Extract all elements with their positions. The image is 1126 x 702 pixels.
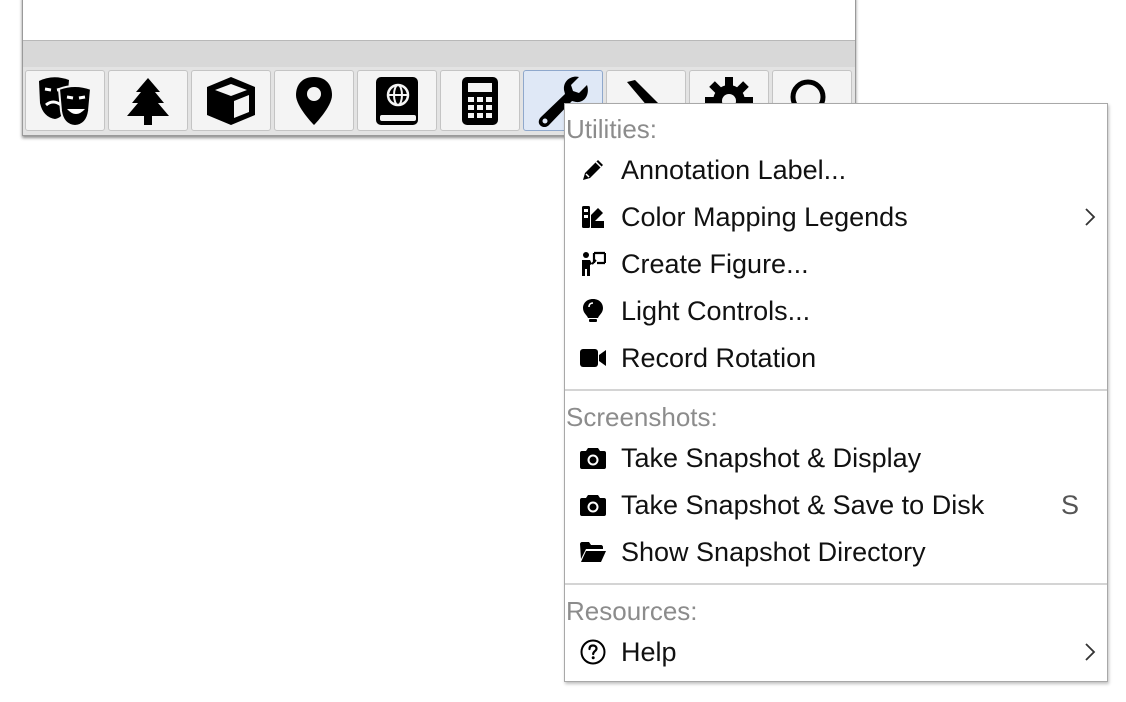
toolbar-button-location[interactable] [274,70,354,131]
menu-item-light-controls[interactable]: Light Controls... [565,288,1107,334]
menu-item-record-rotation[interactable]: Record Rotation [565,335,1107,381]
menu-item-create-figure[interactable]: Create Figure... [565,241,1107,287]
atlas-book-icon [376,76,418,125]
question-circle-icon [579,638,607,666]
menu-item-label: Record Rotation [621,343,817,373]
menu-item-color-mapping-legends[interactable]: Color Mapping Legends [565,194,1107,240]
menu-item-label: Take Snapshot & Save to Disk [621,490,985,520]
status-strip [23,41,855,67]
menu-item-label: Create Figure... [621,249,809,279]
toolbar-button-calculator[interactable] [440,70,520,131]
menu-item-show-snapshot-directory[interactable]: Show Snapshot Directory [565,529,1107,575]
toolbar-button-masks[interactable] [25,70,105,131]
menu-item-take-snapshot-display[interactable]: Take Snapshot & Display [565,435,1107,481]
menu-item-label: Help [621,637,677,667]
video-camera-icon [579,344,607,372]
section-header-screenshots: Screenshots: [566,402,718,432]
utilities-dropdown-menu: Utilities: Annotation Label... Color Map… [564,103,1108,682]
menu-divider [565,389,1107,391]
keyboard-shortcut: S [1060,490,1079,520]
calculator-icon [462,76,498,125]
menu-item-label: Color Mapping Legends [621,202,908,232]
menu-item-label: Light Controls... [621,296,811,326]
toolbar-button-atlas[interactable] [357,70,437,131]
menu-item-take-snapshot-save[interactable]: Take Snapshot & Save to Disk S [565,482,1107,528]
camera-icon [579,491,607,519]
section-header-resources: Resources: [566,596,698,626]
presenter-icon [579,250,607,278]
chevron-right-icon [1085,208,1096,226]
toolbar-button-cube[interactable] [191,70,271,131]
folder-open-icon [579,538,607,566]
camera-icon [579,444,607,472]
section-header-utilities: Utilities: [566,114,658,144]
map-pin-icon [296,76,332,125]
chevron-right-icon [1085,643,1096,661]
tree-icon [127,77,169,125]
lightbulb-icon [579,297,607,325]
content-area [23,0,855,41]
menu-item-annotation-label[interactable]: Annotation Label... [565,147,1107,193]
toolbar-button-tree[interactable] [108,70,188,131]
menu-item-label: Show Snapshot Directory [621,537,926,567]
menu-item-help[interactable]: Help [565,629,1107,675]
swatchbook-icon [579,203,607,231]
theater-masks-icon [39,76,93,127]
cube-icon [207,76,255,125]
menu-item-label: Annotation Label... [621,155,847,185]
menu-item-label: Take Snapshot & Display [621,443,922,473]
menu-divider [565,583,1107,585]
pencil-icon [579,156,607,184]
